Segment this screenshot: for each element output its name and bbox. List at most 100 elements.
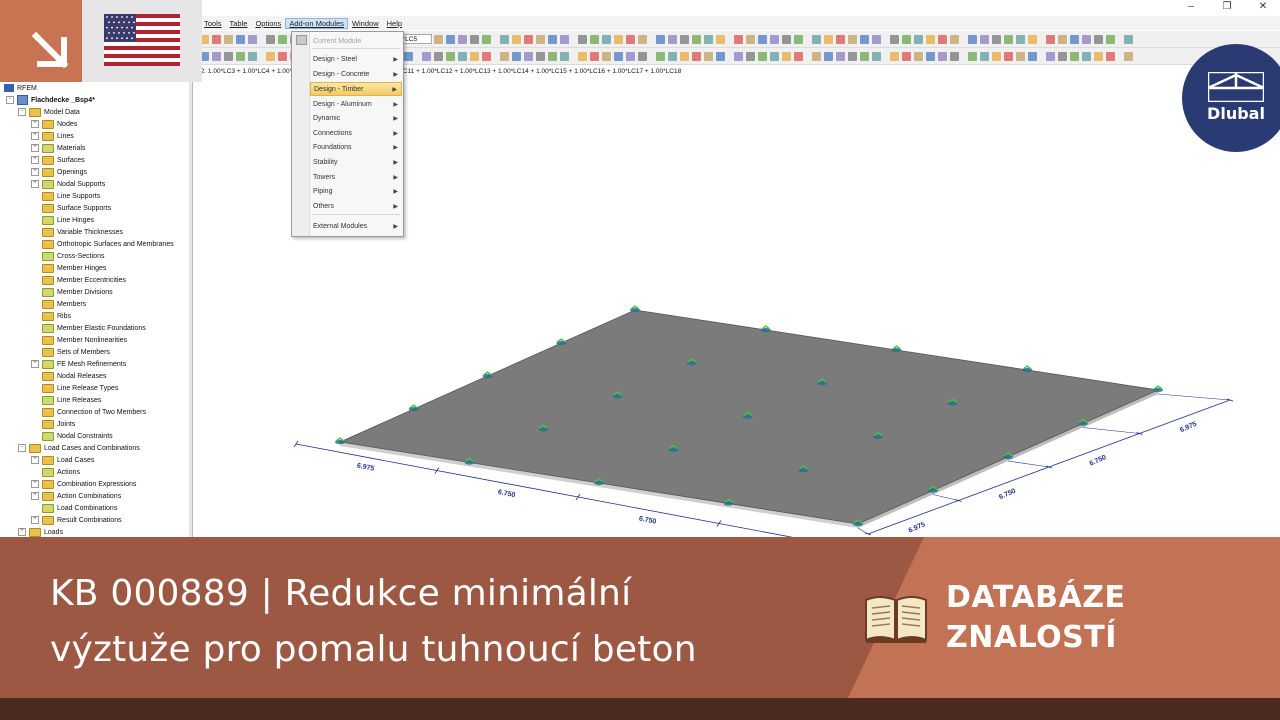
- menu-tools[interactable]: Tools: [200, 19, 226, 28]
- toolbar-button[interactable]: [500, 51, 509, 61]
- toolbar-button[interactable]: [500, 34, 509, 44]
- toolbar-button[interactable]: [770, 34, 779, 44]
- toolbar-button[interactable]: [872, 34, 881, 44]
- toolbar-button[interactable]: [1124, 34, 1133, 44]
- tree-item[interactable]: Cross-Sections: [31, 250, 104, 262]
- toolbar-button[interactable]: [968, 51, 977, 61]
- tree-item[interactable]: Line Supports: [31, 190, 100, 202]
- toolbar-button[interactable]: [1028, 34, 1037, 44]
- tree-item[interactable]: Nodal Constraints: [31, 430, 113, 442]
- toolbar-button[interactable]: [458, 51, 467, 61]
- toolbar-button[interactable]: [1106, 51, 1115, 61]
- tree-item[interactable]: Member Nonlinearities: [31, 334, 127, 346]
- toolbar-button[interactable]: [914, 51, 923, 61]
- toolbar-button[interactable]: [602, 34, 611, 44]
- menu-item-design-concrete[interactable]: Design - Concrete ▶: [310, 67, 402, 81]
- toolbar-button[interactable]: [578, 51, 587, 61]
- toolbar-button[interactable]: [812, 51, 821, 61]
- tree-item[interactable]: - Load Cases and Combinations: [18, 442, 140, 454]
- toolbar-button[interactable]: [434, 34, 443, 44]
- expand-icon[interactable]: +: [31, 144, 39, 152]
- menu-table[interactable]: Table: [226, 19, 252, 28]
- tree-item[interactable]: + Surfaces: [31, 154, 85, 166]
- toolbar-button[interactable]: [578, 34, 587, 44]
- toolbar-button[interactable]: [470, 34, 479, 44]
- toolbar-button[interactable]: [980, 34, 989, 44]
- expand-icon[interactable]: +: [31, 168, 39, 176]
- tree-item[interactable]: + Nodal Supports: [31, 178, 105, 190]
- toolbar-button[interactable]: [212, 51, 221, 61]
- toolbar-button[interactable]: [524, 51, 533, 61]
- model-view[interactable]: 6.9756.7506.7506.9756.9756.7506.7506.975: [192, 82, 1280, 537]
- restore-button[interactable]: ❐: [1218, 1, 1236, 12]
- tree-item[interactable]: Line Releases: [31, 394, 101, 406]
- toolbar-button[interactable]: [680, 51, 689, 61]
- toolbar-button[interactable]: [992, 51, 1001, 61]
- toolbar-button[interactable]: [716, 34, 725, 44]
- toolbar-button[interactable]: [704, 51, 713, 61]
- tree-item[interactable]: + Load Cases: [31, 454, 94, 466]
- tree-item[interactable]: Ribs: [31, 310, 71, 322]
- tree-item[interactable]: + Loads: [18, 526, 63, 537]
- us-flag-icon[interactable]: [104, 14, 180, 66]
- toolbar-button[interactable]: [1094, 34, 1103, 44]
- toolbar-button[interactable]: [692, 51, 701, 61]
- toolbar-button[interactable]: [656, 51, 665, 61]
- toolbar-button[interactable]: [1016, 51, 1025, 61]
- toolbar-button[interactable]: [668, 51, 677, 61]
- toolbar-button[interactable]: [536, 34, 545, 44]
- toolbar-button[interactable]: [1124, 51, 1133, 61]
- toolbar-button[interactable]: [656, 34, 665, 44]
- toolbar-button[interactable]: [458, 34, 467, 44]
- toolbar-button[interactable]: [236, 51, 245, 61]
- tree-item[interactable]: Line Release Types: [31, 382, 118, 394]
- toolbar-button[interactable]: [836, 34, 845, 44]
- toolbar-button[interactable]: [1070, 34, 1079, 44]
- toolbar-button[interactable]: [236, 34, 245, 44]
- toolbar-button[interactable]: [992, 34, 1001, 44]
- toolbar-button[interactable]: [1028, 51, 1037, 61]
- toolbar-button[interactable]: [1046, 34, 1055, 44]
- toolbar-button[interactable]: [1106, 34, 1115, 44]
- toolbar-button[interactable]: [1016, 34, 1025, 44]
- tree-item[interactable]: Nodal Releases: [31, 370, 106, 382]
- toolbar-button[interactable]: [938, 34, 947, 44]
- expand-icon[interactable]: +: [31, 120, 39, 128]
- toolbar-button[interactable]: [1058, 51, 1067, 61]
- expand-icon[interactable]: +: [31, 480, 39, 488]
- toolbar-button[interactable]: [548, 51, 557, 61]
- toolbar-button[interactable]: [890, 34, 899, 44]
- tree-item[interactable]: Member Elastic Foundations: [31, 322, 146, 334]
- toolbar-button[interactable]: [560, 51, 569, 61]
- toolbar-button[interactable]: [638, 34, 647, 44]
- toolbar-button[interactable]: [680, 34, 689, 44]
- toolbar-button[interactable]: [434, 51, 443, 61]
- expand-icon[interactable]: +: [31, 156, 39, 164]
- toolbar-button[interactable]: [470, 51, 479, 61]
- tree-item[interactable]: + Lines: [31, 130, 74, 142]
- toolbar-button[interactable]: [626, 34, 635, 44]
- toolbar-button[interactable]: [278, 34, 287, 44]
- toolbar-button[interactable]: [758, 34, 767, 44]
- toolbar-button[interactable]: [212, 34, 221, 44]
- toolbar-button[interactable]: [446, 51, 455, 61]
- expand-icon[interactable]: +: [31, 180, 39, 188]
- tree-item[interactable]: - Model Data: [18, 106, 80, 118]
- tree-item[interactable]: Member Divisions: [31, 286, 113, 298]
- toolbar-button[interactable]: [848, 34, 857, 44]
- toolbar-button[interactable]: [746, 34, 755, 44]
- toolbar-button[interactable]: [638, 51, 647, 61]
- toolbar-button[interactable]: [548, 34, 557, 44]
- toolbar-button[interactable]: [1094, 51, 1103, 61]
- toolbar-button[interactable]: [524, 34, 533, 44]
- toolbar-button[interactable]: [560, 34, 569, 44]
- tree-item[interactable]: Members: [31, 298, 86, 310]
- toolbar-button[interactable]: [824, 51, 833, 61]
- collapse-icon[interactable]: -: [6, 96, 14, 104]
- tree-item[interactable]: Line Hinges: [31, 214, 94, 226]
- tree-item[interactable]: Surface Supports: [31, 202, 111, 214]
- menu-item-design-steel[interactable]: Design - Steel ▶: [310, 52, 402, 66]
- toolbar-button[interactable]: [668, 34, 677, 44]
- tree-item[interactable]: Actions: [31, 466, 80, 478]
- tree-item[interactable]: + Nodes: [31, 118, 77, 130]
